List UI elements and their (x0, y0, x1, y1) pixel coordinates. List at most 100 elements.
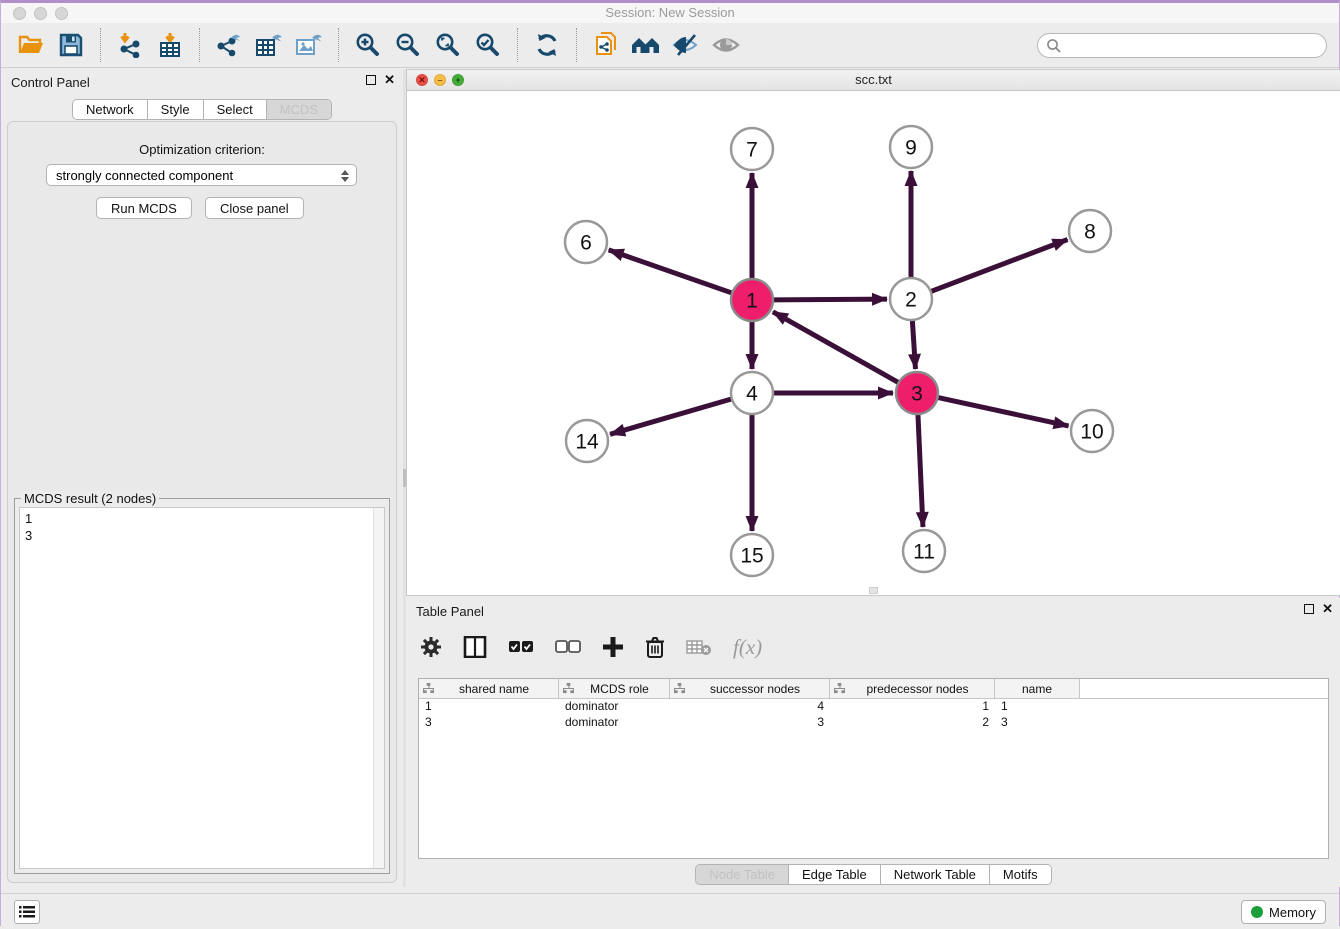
table-cell[interactable]: dominator (559, 699, 670, 715)
graph-node-11[interactable]: 11 (903, 530, 945, 572)
zoom-fit-content-icon[interactable] (431, 28, 465, 62)
mcds-result-box[interactable]: 1 3 (19, 507, 385, 869)
edge-2-8[interactable] (931, 240, 1068, 292)
column-header-shared-name[interactable]: shared name (419, 679, 559, 698)
control-panel-title: Control Panel (11, 75, 90, 90)
table-row[interactable]: 1dominator411 (419, 699, 1328, 715)
mcds-result-text: 1 3 (25, 510, 32, 544)
export-network-icon[interactable] (212, 28, 246, 62)
canvas-splitter-grip[interactable] (869, 587, 878, 594)
edge-4-14[interactable] (610, 399, 732, 434)
save-session-icon[interactable] (54, 28, 88, 62)
add-row-icon[interactable] (602, 636, 624, 658)
table-row[interactable]: 3dominator323 (419, 715, 1328, 731)
table-cell[interactable]: 4 (670, 699, 830, 715)
graph-node-6[interactable]: 6 (565, 221, 607, 263)
tab-network-table[interactable]: Network Table (881, 865, 990, 884)
edge-3-11[interactable] (918, 414, 923, 527)
home-icon[interactable] (629, 28, 663, 62)
network-window-titlebar[interactable]: ✕ – + scc.txt (407, 70, 1340, 91)
table-cell[interactable]: 1 (830, 699, 995, 715)
tab-select[interactable]: Select (204, 100, 267, 119)
show-column-panel-icon[interactable] (463, 636, 487, 658)
minimize-window-button[interactable] (34, 7, 47, 20)
edge-2-3[interactable] (912, 320, 915, 369)
column-header-predecessor-nodes[interactable]: predecessor nodes (830, 679, 995, 698)
deselect-all-icon[interactable] (555, 640, 581, 654)
tab-style[interactable]: Style (148, 100, 204, 119)
graph-node-15[interactable]: 15 (731, 534, 773, 576)
export-table-icon[interactable] (252, 28, 286, 62)
duplicate-network-icon[interactable] (589, 28, 623, 62)
graph-node-8[interactable]: 8 (1069, 210, 1111, 252)
run-mcds-button[interactable]: Run MCDS (96, 197, 192, 219)
open-session-icon[interactable] (14, 28, 48, 62)
settings-icon[interactable] (420, 636, 442, 658)
column-header-successor-nodes[interactable]: successor nodes (670, 679, 830, 698)
task-history-button[interactable] (14, 900, 40, 924)
toolbar-separator (576, 28, 577, 62)
table-panel-title: Table Panel (416, 604, 484, 619)
graph-node-7[interactable]: 7 (731, 128, 773, 170)
close-window-button[interactable] (13, 7, 26, 20)
tab-network[interactable]: Network (73, 100, 148, 119)
graph-node-3[interactable]: 3 (896, 372, 938, 414)
table-cell[interactable]: 3 (419, 715, 559, 731)
table-cell[interactable]: 3 (670, 715, 830, 731)
export-image-icon[interactable] (292, 28, 326, 62)
table-cell[interactable]: 1 (419, 699, 559, 715)
zoom-out-icon[interactable] (391, 28, 425, 62)
maximize-window-button[interactable] (55, 7, 68, 20)
network-maximize-button[interactable]: + (452, 74, 464, 86)
zoom-in-icon[interactable] (351, 28, 385, 62)
edge-3-1[interactable] (773, 312, 899, 383)
edge-3-10[interactable] (938, 397, 1069, 425)
table-cell[interactable]: 2 (830, 715, 995, 731)
edge-1-2[interactable] (773, 299, 887, 300)
table-cell[interactable]: 1 (995, 699, 1080, 715)
search-input[interactable] (1062, 36, 1326, 56)
select-all-icon[interactable] (508, 640, 534, 654)
tab-node-table[interactable]: Node Table (696, 865, 789, 884)
tab-mcds[interactable]: MCDS (267, 100, 331, 119)
float-table-panel-icon[interactable] (1304, 604, 1314, 614)
graph-node-10[interactable]: 10 (1071, 410, 1113, 452)
table-cell[interactable]: dominator (559, 715, 670, 731)
refresh-icon[interactable] (530, 28, 564, 62)
toolbar-separator (199, 28, 200, 62)
graph-node-14[interactable]: 14 (566, 420, 608, 462)
node-label-1: 1 (746, 290, 758, 313)
network-close-button[interactable]: ✕ (416, 74, 428, 86)
graph-node-2[interactable]: 2 (890, 278, 932, 320)
zoom-selected-icon[interactable] (471, 28, 505, 62)
edge-1-6[interactable] (609, 250, 733, 293)
result-scrollbar[interactable] (373, 508, 384, 868)
control-panel-tabs: Network Style Select MCDS (1, 99, 403, 120)
tab-motifs[interactable]: Motifs (990, 865, 1051, 884)
graph-node-9[interactable]: 9 (890, 126, 932, 168)
network-window-title: scc.txt (407, 70, 1340, 90)
import-table-icon[interactable] (153, 28, 187, 62)
graph-node-1[interactable]: 1 (731, 279, 773, 321)
mcds-panel-body: Optimization criterion: strongly connect… (7, 121, 397, 883)
graph-node-4[interactable]: 4 (731, 372, 773, 414)
criterion-select[interactable]: strongly connected component (46, 164, 357, 186)
close-panel-button[interactable]: Close panel (205, 197, 304, 219)
search-field[interactable] (1037, 33, 1327, 58)
column-header-MCDS-role[interactable]: MCDS role (559, 679, 670, 698)
close-table-panel-icon[interactable]: ✕ (1322, 604, 1333, 614)
close-panel-icon[interactable]: ✕ (384, 75, 395, 85)
float-panel-icon[interactable] (366, 75, 376, 85)
hide-graphics-details-icon[interactable] (669, 28, 703, 62)
mcds-result-fieldset: MCDS result (2 nodes) 1 3 (14, 498, 390, 874)
network-canvas[interactable]: 7 9 6 8 1 2 4 3 14 10 15 11 (407, 91, 1340, 595)
table-cell[interactable]: 3 (995, 715, 1080, 731)
column-header-label: MCDS role (574, 682, 665, 696)
network-minimize-button[interactable]: – (434, 74, 446, 86)
memory-button[interactable]: Memory (1241, 900, 1326, 924)
import-network-icon[interactable] (113, 28, 147, 62)
column-header-name[interactable]: name (995, 679, 1080, 698)
tab-edge-table[interactable]: Edge Table (789, 865, 881, 884)
hierarchy-icon (423, 683, 434, 694)
delete-row-icon[interactable] (645, 636, 665, 658)
